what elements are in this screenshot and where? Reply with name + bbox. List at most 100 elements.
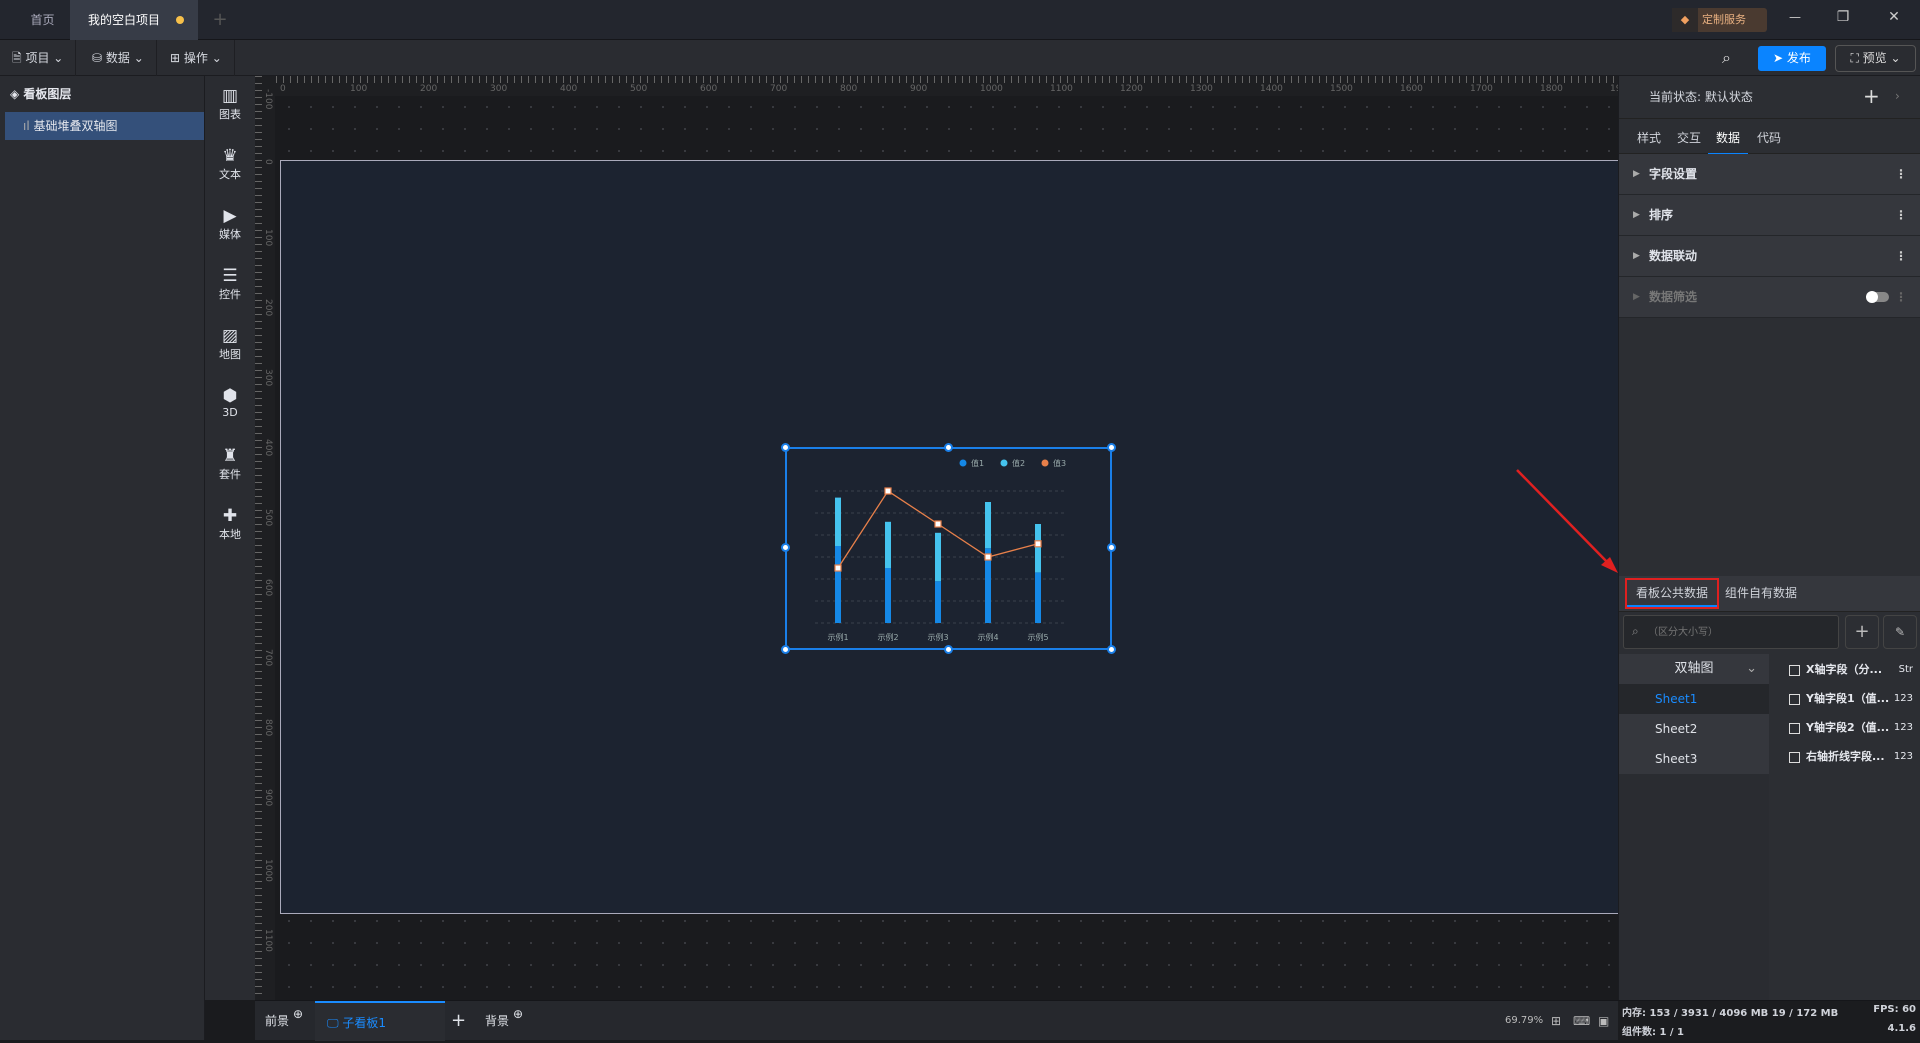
field-item[interactable]: Y轴字段1（值... 123 bbox=[1789, 684, 1919, 713]
component-label: 文本 bbox=[219, 168, 241, 181]
section-sort[interactable]: ▶ 排序 ⋮ bbox=[1619, 195, 1920, 236]
ruler-tick-label: 1100 bbox=[1050, 84, 1073, 94]
section-field-settings[interactable]: ▶ 字段设置 ⋮ bbox=[1619, 154, 1920, 195]
search-field[interactable]: ⌕ bbox=[1623, 615, 1839, 649]
data-menu[interactable]: ⛁ 数据 ⌄ bbox=[80, 40, 157, 76]
background-tab[interactable]: 背景 ⊕ bbox=[485, 1001, 523, 1041]
more-icon[interactable]: ⋮ bbox=[1895, 277, 1907, 318]
sheet-item[interactable]: Sheet1 bbox=[1619, 684, 1769, 714]
fit-screen-icon[interactable]: ⊞ bbox=[1551, 1001, 1561, 1041]
board-tab-active[interactable]: 🖵 子看板1 bbox=[315, 1001, 445, 1041]
more-icon[interactable]: ⋮ bbox=[1895, 154, 1907, 195]
publish-button[interactable]: ➤ 发布 bbox=[1758, 46, 1826, 71]
tab-component-data[interactable]: 组件自有数据 bbox=[1725, 578, 1797, 609]
custom-service-button[interactable]: ◆ 定制服务 bbox=[1672, 8, 1767, 32]
ruler-tick-label: 800 bbox=[840, 84, 858, 94]
field-item[interactable]: 右轴折线字段... 123 bbox=[1789, 742, 1919, 771]
vertical-ruler[interactable]: -100 0 100 200 300 400 500 600 700 800 900 1000 1100… bbox=[255, 76, 275, 1022]
ruler-tick-label: 400 bbox=[263, 439, 273, 457]
dataset-select[interactable]: 双轴图 ⌄ bbox=[1619, 654, 1769, 684]
add-circle-icon[interactable]: ⊕ bbox=[513, 1007, 523, 1021]
ruler-tick-label: 300 bbox=[490, 84, 508, 94]
close-button[interactable]: ✕ bbox=[1879, 9, 1909, 25]
field-item[interactable]: X轴字段（分... Str bbox=[1789, 655, 1919, 684]
background-label: 背景 bbox=[485, 1014, 510, 1028]
component-map[interactable]: ▨ 地图 bbox=[205, 326, 255, 362]
resize-handle[interactable] bbox=[1107, 645, 1116, 654]
state-value[interactable]: 默认状态 bbox=[1705, 90, 1753, 104]
board-icon: 🖵 bbox=[327, 1016, 343, 1030]
component-media[interactable]: ▶ 媒体 bbox=[205, 206, 255, 242]
checkbox[interactable] bbox=[1789, 751, 1800, 763]
control-icon: ☰ bbox=[222, 266, 238, 286]
console-icon[interactable]: ▣ bbox=[1598, 1001, 1609, 1041]
search-icon[interactable]: ⌕ bbox=[1722, 48, 1731, 68]
horizontal-ruler[interactable]: 0 100 200 300 400 500 600 700 800 900 1000 1100 1200… bbox=[255, 76, 1633, 96]
component-bar-chart[interactable]: ▥ 图表 bbox=[205, 86, 255, 122]
resize-handle[interactable] bbox=[781, 645, 790, 654]
add-tab-button[interactable]: + bbox=[200, 0, 240, 40]
tab-data[interactable]: 数据 bbox=[1708, 129, 1748, 155]
more-icon[interactable]: ⋮ bbox=[1895, 195, 1907, 236]
ruler-tick-label: -100 bbox=[263, 89, 273, 110]
tab-style[interactable]: 样式 bbox=[1637, 129, 1661, 146]
restore-button[interactable]: ❐ bbox=[1828, 9, 1858, 25]
tab-board-public-data[interactable]: 看板公共数据 bbox=[1625, 578, 1719, 609]
foreground-tab[interactable]: 前景 ⊕ bbox=[265, 1001, 303, 1041]
section-label: 字段设置 bbox=[1649, 167, 1698, 181]
component-text[interactable]: ♛ 文本 bbox=[205, 146, 255, 182]
section-data-filter[interactable]: ▶ 数据筛选 ⋮ bbox=[1619, 277, 1920, 318]
component-cube[interactable]: ⬢ 3D bbox=[205, 386, 255, 419]
properties-panel: 当前状态: 默认状态 + › 样式 交互 数据 代码 ▶ 字段设置 ⋮ ▶ 排序 ⋮ ▶… bbox=[1618, 76, 1920, 1000]
dual-axis-chart: 示例1 示例2 示例3 示例4 示例5 值1 值2 值3 bbox=[815, 458, 1066, 642]
resize-handle[interactable] bbox=[944, 443, 953, 452]
add-board-button[interactable]: + bbox=[451, 1001, 466, 1041]
layer-item[interactable]: ıl 基础堆叠双轴图 bbox=[5, 112, 204, 140]
sheet-item[interactable]: Sheet2 bbox=[1619, 714, 1769, 744]
ruler-tick-label: 900 bbox=[910, 84, 928, 94]
project-menu[interactable]: 🗎 项目 ⌄ bbox=[0, 40, 77, 76]
component-puzzle[interactable]: ✚ 本地 bbox=[205, 506, 255, 542]
legend-label: 值1 bbox=[971, 458, 984, 468]
keyboard-icon[interactable]: ⌨ bbox=[1573, 1001, 1590, 1041]
add-state-button[interactable]: + bbox=[1863, 84, 1880, 108]
zoom-level[interactable]: 69.79% bbox=[1505, 1001, 1543, 1041]
tab-project[interactable]: 我的空白项目 bbox=[70, 0, 198, 40]
checkbox[interactable] bbox=[1789, 664, 1800, 676]
add-circle-icon[interactable]: ⊕ bbox=[293, 1007, 303, 1021]
operate-menu[interactable]: ⊞ 操作 ⌄ bbox=[158, 40, 235, 76]
tab-interaction[interactable]: 交互 bbox=[1677, 129, 1701, 146]
bar-值2 bbox=[885, 521, 891, 568]
field-item[interactable]: Y轴字段2（值... 123 bbox=[1789, 713, 1919, 742]
current-state: 当前状态: 默认状态 bbox=[1649, 76, 1753, 118]
ruler-tick-label: 600 bbox=[263, 579, 273, 597]
line-point bbox=[834, 564, 842, 572]
line-point bbox=[884, 487, 892, 495]
chevron-right-icon[interactable]: › bbox=[1895, 89, 1900, 103]
edit-icon[interactable]: ✎ bbox=[1883, 615, 1917, 649]
minimize-button[interactable]: — bbox=[1780, 10, 1810, 24]
chart-component[interactable]: 示例1 示例2 示例3 示例4 示例5 值1 值2 值3 bbox=[781, 443, 1116, 654]
search-input[interactable] bbox=[1648, 622, 1833, 642]
add-dataset-button[interactable]: + bbox=[1845, 615, 1879, 649]
bar-值2 bbox=[935, 532, 941, 582]
field-type: 123 bbox=[1893, 693, 1913, 704]
filter-toggle[interactable] bbox=[1866, 291, 1889, 303]
sheet-item[interactable]: Sheet3 bbox=[1619, 744, 1769, 774]
kit-icon: ♜ bbox=[222, 446, 238, 466]
resize-handle[interactable] bbox=[781, 443, 790, 452]
resize-handle[interactable] bbox=[1107, 543, 1116, 552]
checkbox[interactable] bbox=[1789, 722, 1800, 734]
component-control[interactable]: ☰ 控件 bbox=[205, 266, 255, 302]
preview-button[interactable]: ⛶ 预览 ⌄ bbox=[1835, 45, 1916, 72]
more-icon[interactable]: ⋮ bbox=[1895, 236, 1907, 277]
resize-handle[interactable] bbox=[781, 543, 790, 552]
checkbox[interactable] bbox=[1789, 693, 1800, 705]
section-data-linkage[interactable]: ▶ 数据联动 ⋮ bbox=[1619, 236, 1920, 277]
component-kit[interactable]: ♜ 套件 bbox=[205, 446, 255, 482]
resize-handle[interactable] bbox=[944, 645, 953, 654]
field-name: Y轴字段2（值... bbox=[1806, 721, 1890, 734]
resize-handle[interactable] bbox=[1107, 443, 1116, 452]
field-name: Y轴字段1（值... bbox=[1806, 692, 1890, 705]
tab-code[interactable]: 代码 bbox=[1757, 129, 1781, 146]
